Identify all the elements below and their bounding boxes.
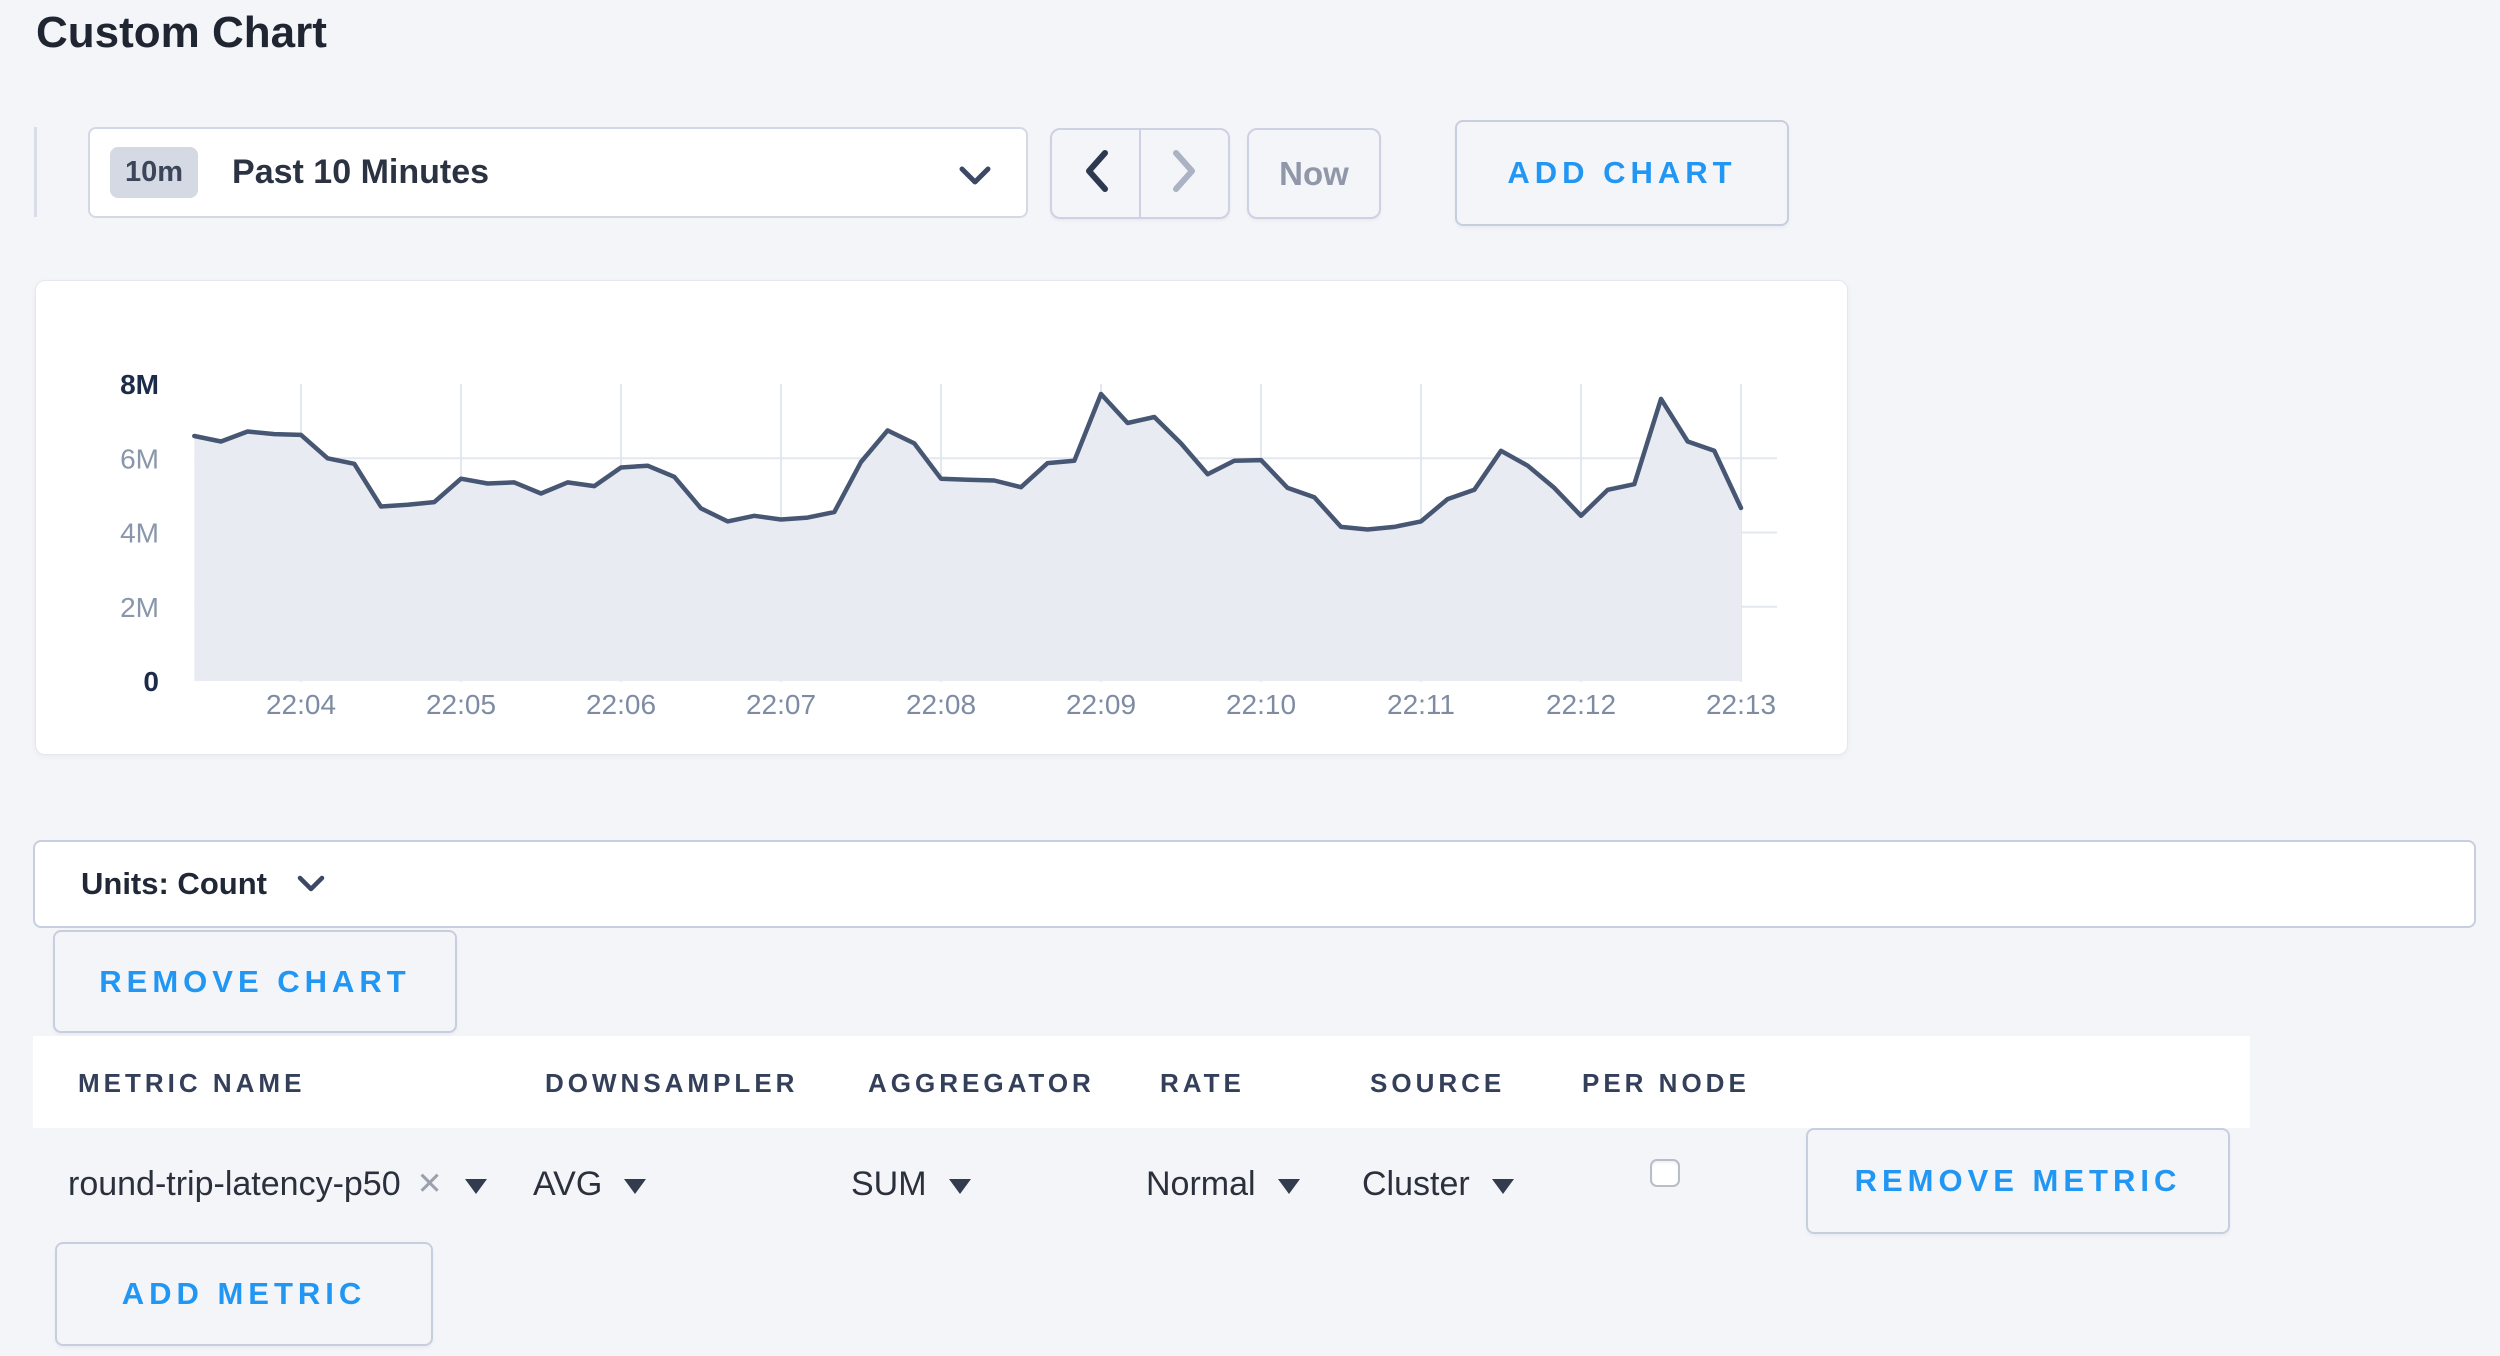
chart-card: 0 2M 4M 6M 8M 22:04 22:05 22:06 22:07 22:08 22:09 2… xyxy=(35,280,1848,755)
page-title: Custom Chart xyxy=(36,8,327,58)
header-per-node: PER NODE xyxy=(1582,1068,1750,1099)
time-range-badge: 10m xyxy=(110,147,198,198)
svg-text:2M: 2M xyxy=(120,592,159,623)
next-time-button[interactable] xyxy=(1141,130,1228,217)
time-range-select[interactable]: 10m Past 10 Minutes xyxy=(88,127,1028,218)
units-select[interactable]: Units: Count xyxy=(33,840,2476,928)
svg-text:22:07: 22:07 xyxy=(746,689,816,720)
svg-text:22:06: 22:06 xyxy=(586,689,656,720)
now-button[interactable]: Now xyxy=(1247,128,1381,219)
caret-down-icon xyxy=(1492,1179,1514,1194)
units-label: Units: Count xyxy=(81,866,267,902)
chevron-down-icon xyxy=(958,165,992,192)
downsampler-select[interactable]: AVG xyxy=(533,1160,646,1208)
svg-text:22:12: 22:12 xyxy=(1546,689,1616,720)
metrics-table-header: METRIC NAME DOWNSAMPLER AGGREGATOR RATE … xyxy=(33,1036,2250,1128)
svg-text:22:11: 22:11 xyxy=(1387,689,1455,720)
svg-text:6M: 6M xyxy=(120,443,159,474)
remove-metric-button[interactable]: REMOVE METRIC xyxy=(1806,1128,2230,1234)
remove-chart-button[interactable]: REMOVE CHART xyxy=(53,930,457,1033)
source-value: Cluster xyxy=(1362,1165,1470,1204)
caret-down-icon xyxy=(465,1179,487,1194)
caret-down-icon xyxy=(1278,1179,1300,1194)
source-select[interactable]: Cluster xyxy=(1362,1160,1514,1208)
aggregator-value: SUM xyxy=(851,1165,927,1204)
svg-text:0: 0 xyxy=(143,666,159,697)
chevron-right-icon xyxy=(1170,148,1200,199)
time-range-label: Past 10 Minutes xyxy=(232,153,489,192)
svg-text:22:04: 22:04 xyxy=(266,689,336,720)
metric-name-select[interactable]: round-trip-latency-p50 ✕ xyxy=(68,1160,487,1208)
time-nav-group xyxy=(1050,128,1230,219)
header-downsampler: DOWNSAMPLER xyxy=(545,1068,798,1099)
header-source: SOURCE xyxy=(1370,1068,1505,1099)
svg-text:22:13: 22:13 xyxy=(1706,689,1776,720)
caret-down-icon xyxy=(949,1179,971,1194)
header-aggregator: AGGREGATOR xyxy=(868,1068,1095,1099)
rate-select[interactable]: Normal xyxy=(1146,1160,1300,1208)
prev-time-button[interactable] xyxy=(1052,130,1141,217)
svg-text:8M: 8M xyxy=(120,369,159,400)
header-rate: RATE xyxy=(1160,1068,1245,1099)
rate-value: Normal xyxy=(1146,1165,1256,1204)
svg-text:22:08: 22:08 xyxy=(906,689,976,720)
add-chart-button[interactable]: ADD CHART xyxy=(1455,120,1789,226)
chevron-left-icon xyxy=(1081,148,1111,199)
add-metric-button[interactable]: ADD METRIC xyxy=(55,1242,433,1346)
svg-text:22:10: 22:10 xyxy=(1226,689,1296,720)
downsampler-value: AVG xyxy=(533,1165,602,1204)
metric-name-value: round-trip-latency-p50 xyxy=(68,1165,401,1204)
toolbar-divider xyxy=(34,127,37,217)
custom-chart-page: Custom Chart 10m Past 10 Minutes Now ADD… xyxy=(0,0,2500,1356)
aggregator-select[interactable]: SUM xyxy=(851,1160,971,1208)
caret-down-icon xyxy=(624,1179,646,1194)
svg-text:22:09: 22:09 xyxy=(1066,689,1136,720)
header-metric-name: METRIC NAME xyxy=(78,1068,305,1099)
svg-text:22:05: 22:05 xyxy=(426,689,496,720)
svg-text:4M: 4M xyxy=(120,518,159,549)
timeseries-chart: 0 2M 4M 6M 8M 22:04 22:05 22:06 22:07 22:08 22:09 2… xyxy=(36,281,1847,754)
clear-metric-icon[interactable]: ✕ xyxy=(417,1166,443,1202)
per-node-checkbox[interactable] xyxy=(1650,1159,1680,1187)
chevron-down-icon xyxy=(297,875,325,898)
